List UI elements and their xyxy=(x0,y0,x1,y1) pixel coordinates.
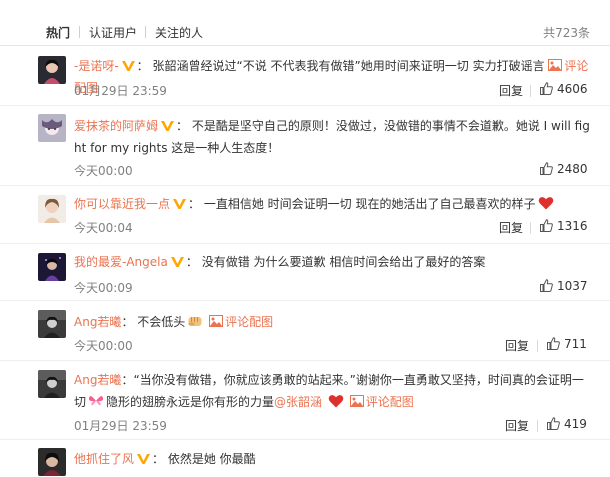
verified-badge-icon xyxy=(173,197,187,209)
picture-icon xyxy=(209,312,224,327)
like-count: 2480 xyxy=(557,162,588,176)
comment-content: 不会低头 xyxy=(137,315,186,329)
mention-link[interactable]: @张韶涵 xyxy=(274,395,322,409)
comment-total-count: 共723条 xyxy=(543,26,590,40)
avatar[interactable] xyxy=(38,448,66,476)
tab-divider xyxy=(79,26,80,38)
comment-separator: ： xyxy=(121,315,134,329)
comment-time: 今天00:00 xyxy=(74,339,133,353)
like-button[interactable]: 1037 xyxy=(540,279,588,293)
comment-separator: ： xyxy=(188,197,201,211)
butterfly-emoji-icon xyxy=(88,393,104,409)
reply-button[interactable]: 回复 xyxy=(505,417,529,434)
fist-emoji-icon xyxy=(187,313,203,329)
comment-separator: ： xyxy=(152,452,165,466)
picture-icon xyxy=(548,56,563,71)
reply-button[interactable]: 回复 xyxy=(499,219,523,236)
comment-time: 今天00:00 xyxy=(74,164,133,178)
comment-separator: ： xyxy=(176,119,189,133)
comment-username[interactable]: 你可以靠近我一点 xyxy=(74,197,170,211)
thumbs-up-icon xyxy=(547,337,560,350)
comment-separator: ： xyxy=(121,373,134,387)
comment-username[interactable]: Ang若曦 xyxy=(74,315,121,329)
thumbs-up-icon xyxy=(540,219,553,232)
comment-text-block: Ang若曦： 不会低头 评论配图 xyxy=(74,311,594,333)
like-count: 711 xyxy=(564,337,587,351)
comment-item: 我的最爱-Angela ： 没有做错 为什么要道歉 相信时间会给出了最好的答案 今… xyxy=(0,244,610,301)
like-button[interactable]: 1316 xyxy=(540,219,588,233)
thumbs-up-icon xyxy=(547,417,560,430)
action-divider xyxy=(537,420,538,432)
comment-picture-link[interactable]: 评论配图 xyxy=(366,395,414,409)
comment-item: Ang若曦： 不会低头 评论配图 今天00:00 回复 711 xyxy=(0,301,610,361)
thumbs-up-icon xyxy=(540,82,553,95)
comment-tabs: 热门 认证用户 关注的人 共723条 xyxy=(0,0,610,46)
comment-separator: ： xyxy=(136,59,149,73)
reply-button[interactable]: 回复 xyxy=(505,337,529,354)
comment-time: 01月29日 23:59 xyxy=(74,419,167,433)
thumbs-up-icon xyxy=(540,162,553,175)
like-count: 1037 xyxy=(557,279,588,293)
like-count: 1316 xyxy=(557,219,588,233)
tab-verified-users[interactable]: 认证用户 xyxy=(89,24,137,41)
reply-button[interactable]: 回复 xyxy=(499,82,523,99)
comment-item: -是诺呀- ： 张韶涵曾经说过“不说 不代表我有做错”她用时间来证明一切 实力打破… xyxy=(0,46,610,106)
comment-separator: ： xyxy=(185,255,198,269)
avatar[interactable] xyxy=(38,195,66,223)
comment-content: 依然是她 你最酷 xyxy=(167,452,256,466)
tab-divider xyxy=(145,26,146,38)
comment-username[interactable]: 我的最爱-Angela xyxy=(74,255,168,269)
like-button[interactable]: 2480 xyxy=(540,162,588,176)
comment-username[interactable]: 他抓住了风 xyxy=(74,452,134,466)
comment-text-block: 他抓住了风 ： 依然是她 你最酷 xyxy=(74,448,594,470)
verified-badge-icon xyxy=(161,119,175,131)
like-button[interactable]: 4606 xyxy=(540,82,588,96)
comment-item: 他抓住了风 ： 依然是她 你最酷 xyxy=(0,440,610,477)
avatar[interactable] xyxy=(38,370,66,398)
like-count: 419 xyxy=(564,417,587,431)
action-divider xyxy=(530,85,531,97)
like-button[interactable]: 711 xyxy=(547,337,587,351)
verified-badge-icon xyxy=(137,452,151,464)
avatar[interactable] xyxy=(38,56,66,84)
tab-following[interactable]: 关注的人 xyxy=(155,24,203,41)
like-button[interactable]: 419 xyxy=(547,417,587,431)
comment-time: 今天00:09 xyxy=(74,281,133,295)
comment-content: 张韶涵曾经说过“不说 不代表我有做错”她用时间来证明一切 实力打破谣言 xyxy=(152,59,545,73)
comment-username[interactable]: Ang若曦 xyxy=(74,373,121,387)
comment-text-block: Ang若曦：“当你没有做错，你就应该勇敢的站起来。”谢谢你一直勇敢又坚持，时间真… xyxy=(74,369,594,413)
comment-text-block: 我的最爱-Angela ： 没有做错 为什么要道歉 相信时间会给出了最好的答案 xyxy=(74,251,594,273)
comment-time: 01月29日 23:59 xyxy=(74,84,167,98)
comment-text-block: 你可以靠近我一点 ： 一直相信她 时间会证明一切 现在的她活出了自己最喜欢的样子 xyxy=(74,193,594,215)
comment-text-block: 爱抹茶的阿萨姆： 不是酷是坚守自己的原则！没做过，没做错的事情不会道歉。她说 I… xyxy=(74,115,594,159)
comment-time: 今天00:04 xyxy=(74,221,133,235)
avatar[interactable] xyxy=(38,114,66,142)
picture-icon xyxy=(349,392,364,407)
comment-content: 一直相信她 时间会证明一切 现在的她活出了自己最喜欢的样子 xyxy=(203,197,536,211)
verified-badge-icon xyxy=(170,255,184,267)
heart-emoji-icon xyxy=(538,195,554,211)
comment-content: 没有做错 为什么要道歉 相信时间会给出了最好的答案 xyxy=(201,255,486,269)
avatar[interactable] xyxy=(38,253,66,281)
action-divider xyxy=(537,340,538,352)
comment-username[interactable]: 爱抹茶的阿萨姆 xyxy=(74,119,158,133)
heart-emoji-icon xyxy=(328,393,344,409)
comment-username[interactable]: -是诺呀- xyxy=(74,59,119,73)
comment-item: 爱抹茶的阿萨姆： 不是酷是坚守自己的原则！没做过，没做错的事情不会道歉。她说 I… xyxy=(0,106,610,186)
comment-content-continued: 隐形的翅膀永远是你有形的力量 xyxy=(106,395,275,409)
avatar[interactable] xyxy=(38,310,66,338)
like-count: 4606 xyxy=(557,82,588,96)
action-divider xyxy=(530,222,531,234)
comment-item: Ang若曦：“当你没有做错，你就应该勇敢的站起来。”谢谢你一直勇敢又坚持，时间真… xyxy=(0,361,610,440)
tab-hot[interactable]: 热门 xyxy=(46,24,70,41)
comment-picture-link[interactable]: 评论配图 xyxy=(225,315,273,329)
comment-item: 你可以靠近我一点： 一直相信她 时间会证明一切 现在的她活出了自己最喜欢的样子 … xyxy=(0,186,610,244)
thumbs-up-icon xyxy=(540,279,553,292)
verified-badge-icon xyxy=(121,59,135,71)
